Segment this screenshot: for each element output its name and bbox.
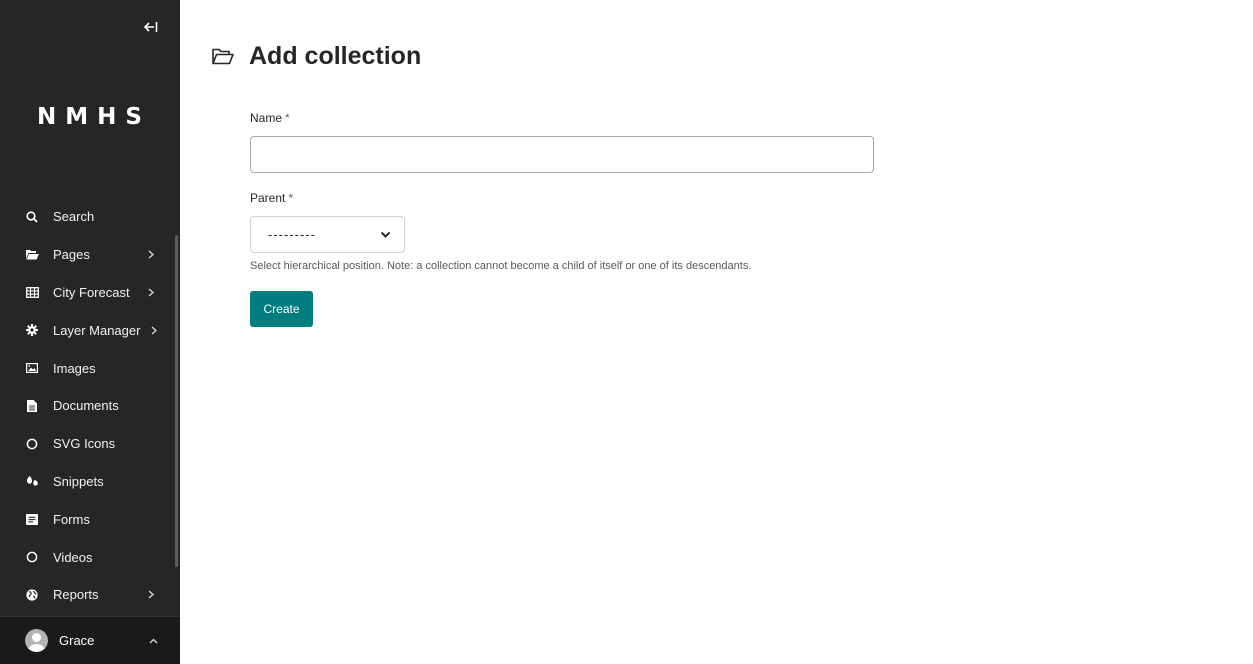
parent-label-text: Parent <box>250 191 286 205</box>
sidebar-item-reports[interactable]: Reports <box>0 576 174 614</box>
gear-icon <box>25 323 39 337</box>
sidebar-item-label: Reports <box>53 587 99 603</box>
folder-open-icon <box>212 47 234 67</box>
globe-icon <box>25 588 39 602</box>
sidebar-item-label: SVG Icons <box>53 436 116 452</box>
sidebar-item-label: Videos <box>53 549 93 565</box>
snippet-icon <box>25 474 39 488</box>
sidebar-item-svg-icons[interactable]: SVG Icons <box>0 425 174 463</box>
sidebar-item-pages[interactable]: Pages <box>0 236 174 274</box>
account-menu[interactable]: Grace <box>0 616 180 664</box>
parent-help-text: Select hierarchical position. Note: a co… <box>250 260 752 272</box>
page-header: Add collection <box>212 42 421 71</box>
sidebar-item-forms[interactable]: Forms <box>0 500 174 538</box>
name-label-text: Name <box>250 111 283 125</box>
parent-label: Parent * <box>250 191 293 205</box>
chevron-down-icon <box>379 229 391 241</box>
sidebar-item-city-forecast[interactable]: City Forecast <box>0 274 174 312</box>
account-name: Grace <box>59 633 95 648</box>
image-icon <box>25 361 39 375</box>
site-logo[interactable]: NMHS <box>0 104 180 130</box>
sidebar: NMHS Search Pages City Forecast Layer Ma… <box>0 0 180 664</box>
sidebar-item-label: Pages <box>53 247 90 263</box>
avatar <box>25 629 48 652</box>
sidebar-item-documents[interactable]: Documents <box>0 387 174 425</box>
required-marker: * <box>285 111 290 125</box>
sidebar-item-label: Search <box>53 209 95 225</box>
chevron-right-icon <box>146 590 156 600</box>
sidebar-item-layer-manager[interactable]: Layer Manager <box>0 311 174 349</box>
required-marker: * <box>288 191 294 205</box>
chevron-right-icon <box>149 325 159 335</box>
sidebar-item-label: Documents <box>53 398 119 414</box>
sidebar-item-label: Forms <box>53 511 90 527</box>
create-button[interactable]: Create <box>250 291 313 327</box>
circle-icon <box>25 437 39 451</box>
sidebar-item-label: Images <box>53 360 96 376</box>
name-input[interactable] <box>250 136 874 173</box>
folder-open-icon <box>25 248 39 262</box>
sidebar-item-label: Layer Manager <box>53 322 141 338</box>
chevron-right-icon <box>146 250 156 260</box>
sidebar-item-search[interactable]: Search <box>0 198 174 236</box>
sidebar-item-videos[interactable]: Videos <box>0 538 174 576</box>
sidebar-item-label: City Forecast <box>53 284 130 300</box>
page-title: Add collection <box>249 42 422 70</box>
collapse-sidebar-icon[interactable] <box>140 16 162 38</box>
parent-select[interactable]: --------- <box>250 216 405 253</box>
sidebar-item-snippets[interactable]: Snippets <box>0 463 174 501</box>
search-icon <box>25 210 39 224</box>
main-content: Add collection Name * Parent * --------- S… <box>180 0 1253 664</box>
main-menu: Search Pages City Forecast Layer Manager… <box>0 198 174 614</box>
circle-icon <box>25 550 39 564</box>
table-icon <box>25 285 39 299</box>
name-label: Name * <box>250 111 290 125</box>
sidebar-scrollbar[interactable] <box>175 235 178 567</box>
chevron-right-icon <box>146 287 156 297</box>
parent-select-value: --------- <box>268 227 316 242</box>
sidebar-item-images[interactable]: Images <box>0 349 174 387</box>
sidebar-item-label: Snippets <box>53 473 104 489</box>
form-icon <box>25 512 39 526</box>
document-icon <box>25 399 39 413</box>
chevron-up-icon <box>148 636 158 646</box>
